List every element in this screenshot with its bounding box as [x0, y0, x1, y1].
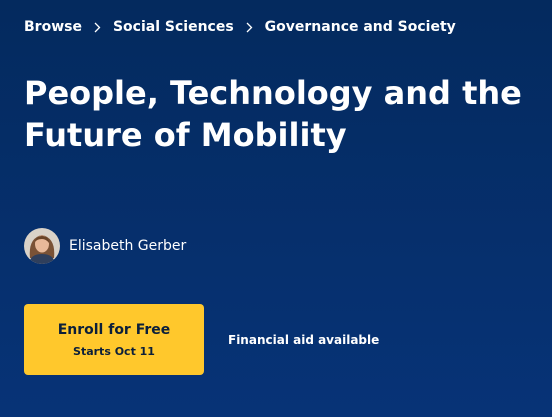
- breadcrumb-social-sciences[interactable]: Social Sciences: [113, 18, 234, 36]
- instructor-name[interactable]: Elisabeth Gerber: [69, 238, 186, 254]
- person-avatar-icon: [24, 228, 60, 264]
- enroll-start-date: Starts Oct 11: [73, 344, 155, 358]
- financial-aid-link[interactable]: Financial aid available: [228, 332, 379, 348]
- course-title: People, Technology and the Future of Mob…: [24, 74, 522, 154]
- course-hero: Browse Social Sciences Governance and So…: [0, 0, 552, 417]
- chevron-right-icon: [82, 18, 113, 36]
- breadcrumb: Browse Social Sciences Governance and So…: [24, 18, 456, 36]
- enroll-button[interactable]: Enroll for Free Starts Oct 11: [24, 304, 204, 375]
- instructor: Elisabeth Gerber: [24, 228, 186, 264]
- breadcrumb-browse[interactable]: Browse: [24, 18, 82, 36]
- avatar[interactable]: [24, 228, 60, 264]
- enroll-button-label: Enroll for Free: [57, 321, 171, 338]
- chevron-right-icon: [234, 18, 265, 36]
- breadcrumb-governance-and-society[interactable]: Governance and Society: [265, 18, 456, 36]
